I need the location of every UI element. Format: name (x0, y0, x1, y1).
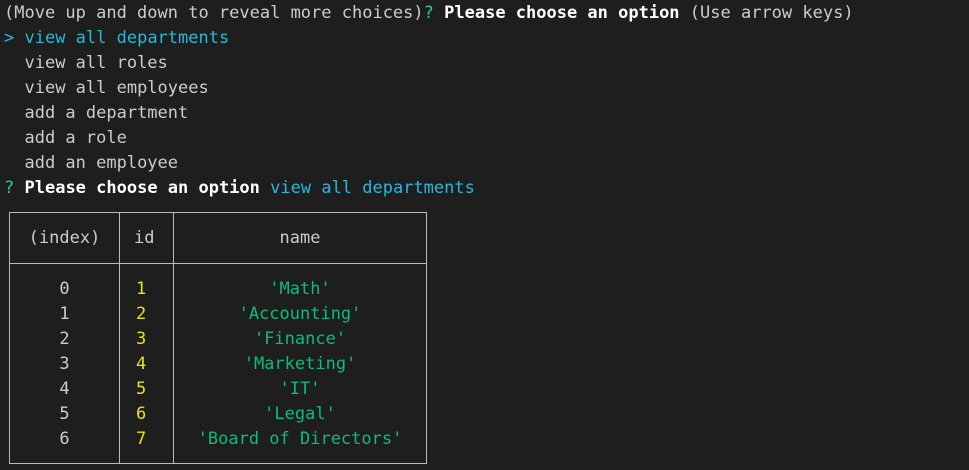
cell-name: 'Finance' (173, 327, 427, 352)
cell-id: 3 (119, 327, 174, 352)
header-id: id (119, 212, 174, 264)
departments-table: (index) id name 0 1 'Math' 1 2 'Accounti… (9, 212, 427, 464)
departments-table-wrapper: (index) id name 0 1 'Math' 1 2 'Accounti… (9, 212, 427, 464)
arrow-keys-hint: (Use arrow keys) (689, 3, 854, 23)
cell-name: 'Legal' (173, 402, 427, 427)
menu-item-label: add a department (24, 103, 189, 123)
cell-index: 1 (9, 302, 120, 327)
menu-item-selected[interactable]: > view all departments (4, 26, 969, 51)
question-mark: ? (4, 178, 15, 198)
header-name: name (173, 212, 427, 264)
cell-name: 'Math' (173, 263, 427, 302)
cell-name: 'Accounting' (173, 302, 427, 327)
cell-name: 'Board of Directors' (173, 427, 427, 464)
cell-name: 'Marketing' (173, 352, 427, 377)
menu-item[interactable]: add a department (4, 101, 969, 126)
scroll-hint: (Move up and down to reveal more choices… (4, 3, 424, 23)
table-row: 1 2 'Accounting' (9, 302, 427, 327)
table-row: 6 7 'Board of Directors' (9, 427, 427, 464)
cell-index: 5 (9, 402, 120, 427)
cell-id: 5 (119, 377, 174, 402)
table-row: 5 6 'Legal' (9, 402, 427, 427)
cell-id: 4 (119, 352, 174, 377)
menu-item[interactable]: add an employee (4, 151, 969, 176)
cell-index: 2 (9, 327, 120, 352)
cell-index: 4 (9, 377, 120, 402)
cell-id: 6 (119, 402, 174, 427)
cell-index: 3 (9, 352, 120, 377)
prompt-question: Please choose an option (444, 3, 680, 23)
table-header-row: (index) id name (9, 212, 427, 264)
table-row: 4 5 'IT' (9, 377, 427, 402)
cell-index: 0 (9, 263, 120, 302)
menu-item[interactable]: view all employees (4, 76, 969, 101)
cell-index: 6 (9, 427, 120, 464)
answer-value: view all departments (270, 178, 475, 198)
header-index: (index) (9, 212, 120, 264)
answer-question: Please choose an option (24, 178, 260, 198)
cell-id: 2 (119, 302, 174, 327)
menu-item-label: view all employees (24, 78, 209, 98)
cell-name: 'IT' (173, 377, 427, 402)
terminal-window: (Move up and down to reveal more choices… (0, 0, 969, 470)
prompt-header-line: (Move up and down to reveal more choices… (4, 1, 969, 26)
question-mark: ? (423, 3, 434, 23)
table-row: 3 4 'Marketing' (9, 352, 427, 377)
menu-item-label: add a role (24, 128, 127, 148)
menu-item-label: view all departments (24, 28, 230, 48)
menu-item[interactable]: add a role (4, 126, 969, 151)
menu-item-label: view all roles (24, 53, 168, 73)
menu-item-label: add an employee (24, 153, 179, 173)
table-row: 2 3 'Finance' (9, 327, 427, 352)
cell-id: 7 (119, 427, 174, 464)
menu-item[interactable]: view all roles (4, 51, 969, 76)
table-row: 0 1 'Math' (9, 263, 427, 302)
answer-line: ? Please choose an option view all depar… (4, 176, 969, 201)
cell-id: 1 (119, 263, 174, 302)
pointer-icon: > (4, 28, 15, 48)
